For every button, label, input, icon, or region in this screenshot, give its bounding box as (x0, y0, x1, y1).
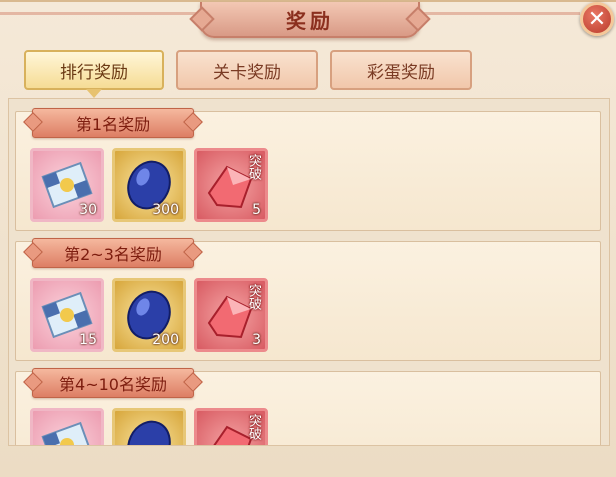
title-banner: 奖励 (200, 2, 420, 38)
rank-group-title: 第4~10名奖励 (32, 368, 194, 398)
item-count: 3 (252, 332, 261, 348)
rank-group-1: 第1名奖励 30 300 突破 5 (15, 108, 601, 231)
rank-group-title: 第2~3名奖励 (32, 238, 194, 268)
reward-item-gem[interactable] (112, 408, 186, 445)
reward-item-crystal[interactable]: 突破 5 (194, 148, 268, 222)
reward-item-puzzle[interactable]: 30 (30, 148, 104, 222)
reward-item-gem[interactable]: 300 (112, 148, 186, 222)
reward-item-gem[interactable]: 200 (112, 278, 186, 352)
tab-ranking-rewards[interactable]: 排行奖励 (24, 50, 164, 98)
title-deco-left (0, 12, 200, 15)
tab-bar: 排行奖励 关卡奖励 彩蛋奖励 (24, 50, 484, 98)
rank-group-title: 第1名奖励 (32, 108, 194, 138)
item-count: 15 (79, 332, 97, 348)
reward-item-crystal[interactable]: 突破 (194, 408, 268, 445)
rank-group-2: 第2~3名奖励 15 200 突破 3 (15, 238, 601, 361)
item-count: 30 (79, 202, 97, 218)
item-count: 300 (152, 202, 179, 218)
tab-stage-rewards[interactable]: 关卡奖励 (176, 50, 318, 90)
breakthrough-label: 突破 (246, 284, 261, 310)
blue-gem-icon (127, 420, 171, 445)
tab-easter-egg-rewards[interactable]: 彩蛋奖励 (330, 50, 472, 90)
title-deco-right (416, 12, 580, 15)
puzzle-piece-icon (41, 421, 93, 445)
tab-label: 关卡奖励 (213, 62, 281, 83)
tab-label: 排行奖励 (60, 62, 128, 83)
item-count: 200 (152, 332, 179, 348)
reward-item-puzzle[interactable] (30, 408, 104, 445)
reward-list[interactable]: 第1名奖励 30 300 突破 5 第2~3名奖励 15 200 突破 3 第4… (8, 98, 610, 446)
breakthrough-label: 突破 (246, 414, 261, 440)
breakthrough-label: 突破 (246, 154, 261, 180)
rank-group-3: 第4~10名奖励 突破 (15, 368, 601, 445)
page-title: 奖励 (286, 8, 334, 33)
close-button[interactable]: ✕ (580, 2, 614, 36)
close-x-icon: ✕ (587, 6, 607, 32)
tab-label: 彩蛋奖励 (367, 62, 435, 83)
item-count: 5 (252, 202, 261, 218)
reward-panel: 奖励 ✕ 排行奖励 关卡奖励 彩蛋奖励 第1名奖励 30 300 突破 5 第2… (0, 0, 616, 477)
reward-item-crystal[interactable]: 突破 3 (194, 278, 268, 352)
reward-item-puzzle[interactable]: 15 (30, 278, 104, 352)
